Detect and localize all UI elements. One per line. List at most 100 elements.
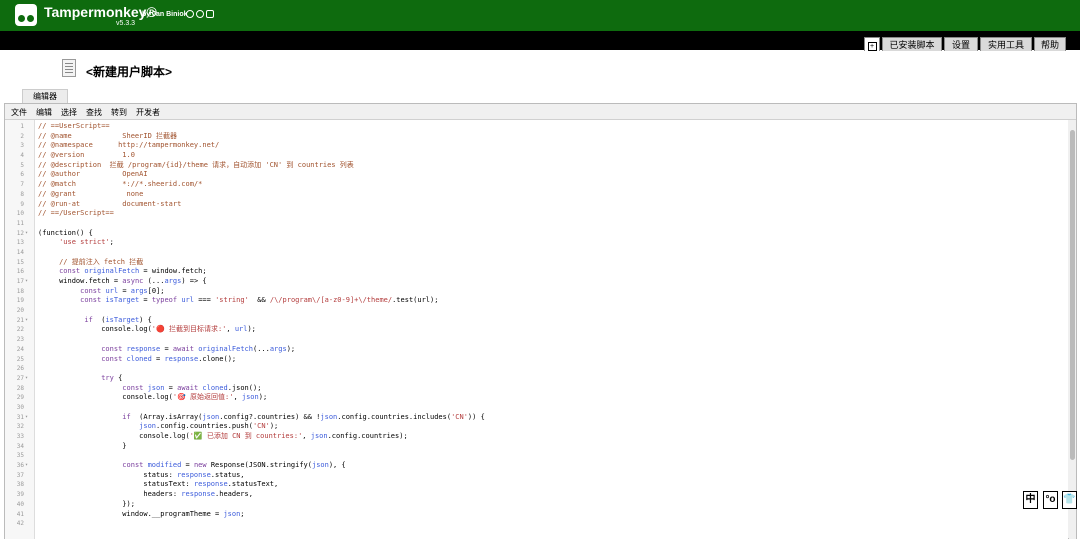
code-token: .config?.countries) && ! [219,412,321,421]
code-line: 21 ▾ if (isTarget) { [5,316,1068,326]
line-number: 2 [20,132,24,140]
code-token: args [269,344,287,353]
code-text: if (Array.isArray(json.config?.countries… [38,412,485,423]
line-number: 20 [16,307,24,315]
code-text: // ==UserScript== [38,122,110,132]
code-line: 36 ▾ const modified = new Response(JSON.s… [5,461,1068,471]
code-token: .test(url); [392,296,439,305]
chinese-input-button[interactable]: 中 [1023,491,1038,509]
code-line: 22 console.log('🔴 拦截到目标请求:', url); [5,325,1068,335]
fold-toggle-icon[interactable]: ▾ [25,461,28,471]
fold-toggle-icon[interactable]: ▾ [25,413,28,423]
line-number: 31 [16,413,24,421]
code-token: && [248,296,270,305]
code-text: window.fetch = async (...args) => { [38,277,207,287]
line-number: 28 [16,384,24,392]
fold-toggle-icon[interactable]: ▾ [25,374,28,384]
menu-find[interactable]: 查找 [86,107,102,118]
code-line: 30 [5,403,1068,413]
code-token: url [105,286,119,295]
tab-new-script[interactable]: + [864,37,880,51]
tab-help[interactable]: 帮助 [1034,37,1066,51]
code-line: 35 [5,451,1068,461]
code-line: 3 // @namespace http://tampermonkey.net/ [5,141,1068,151]
facebook-icon[interactable] [196,10,204,18]
code-token: // @match *://*.sheerid.com/* [38,180,203,189]
instagram-icon[interactable] [206,10,214,18]
code-token: cloned [126,354,152,363]
code-token: json [311,461,329,470]
code-token: args [164,277,182,285]
tampermonkey-logo-icon [15,4,37,26]
menu-file[interactable]: 文件 [11,107,27,118]
plus-square-icon: + [867,42,877,51]
line-number: 40 [16,500,24,508]
line-number: 8 [20,190,24,198]
code-token: ); [247,325,256,334]
line-number: 4 [20,152,24,160]
code-line: 8 // @grant none [5,190,1068,200]
code-text: // ==/UserScript== [38,209,114,219]
code-token: async [122,277,144,285]
menu-developer[interactable]: 开发者 [136,107,160,118]
line-number: 42 [16,520,24,528]
code-token: json [310,432,328,440]
code-token: // @version 1.0 [38,151,135,160]
code-line: 27 ▾ try { [5,374,1068,384]
editor-scrollbar[interactable] [1069,120,1076,539]
code-token: // @grant none [38,189,144,198]
code-line: 9 // @run-at document-start [5,200,1068,210]
github-icon[interactable] [186,10,194,18]
menu-select[interactable]: 选择 [61,107,77,118]
menu-edit[interactable]: 编辑 [36,107,52,118]
line-number: 6 [20,171,24,179]
code-text: statusText: response.statusText, [38,480,278,490]
code-token: .clone(); [198,354,237,363]
code-token: const [101,344,123,353]
code-token: await [172,344,194,353]
code-line: 40 }); [5,500,1068,510]
code-token: (... [252,344,270,353]
code-line: 16 const originalFetch = window.fetch; [5,267,1068,277]
tab-settings[interactable]: 设置 [944,37,978,51]
code-token: response [193,480,228,489]
code-token: = [118,286,131,295]
code-token: )) { [467,412,485,421]
code-text: // @author OpenAI [38,170,148,180]
code-token: (... [143,277,165,285]
code-token: statusText: [38,480,194,489]
code-token: .statusText, [227,480,279,489]
code-token: '🔴 拦截到目标请求:' [151,325,227,334]
code-token: '🎯 原始返回值:' [172,393,234,402]
code-token: json [147,383,165,392]
skin-button[interactable]: 👕 [1062,491,1077,509]
code-token: if [122,412,131,421]
line-number: 33 [16,433,24,440]
code-line: 7 // @match *://*.sheerid.com/* [5,180,1068,190]
code-token: }); [38,499,135,508]
fold-toggle-icon[interactable]: ▾ [25,229,28,239]
code-line: 1 // ==UserScript== [5,122,1068,132]
tab-editor[interactable]: 编辑器 [22,89,68,103]
line-number: 25 [16,355,24,363]
code-text: console.log('🎯 原始返回值:', json); [38,393,267,403]
fold-toggle-icon[interactable]: ▾ [25,316,28,326]
tab-installed-scripts[interactable]: 已安装脚本 [882,37,942,51]
fold-toggle-icon[interactable]: ▾ [25,277,28,287]
code-editor[interactable]: 1// ==UserScript== 2// @name SheerID 拦截器 3… [5,120,1068,539]
code-line: 41 window.__programTheme = json; [5,510,1068,520]
code-token: originalFetch [198,344,253,353]
menu-goto[interactable]: 转到 [111,107,127,118]
code-token: const [80,296,102,305]
tab-utilities[interactable]: 实用工具 [980,37,1032,51]
punctuation-button[interactable]: °o [1043,491,1058,509]
code-token: , [233,393,242,402]
code-token: .config.countries); [327,432,408,440]
code-line: 17 ▾ window.fetch = async (...args) => { [5,277,1068,287]
code-line: 29 console.log('🎯 原始返回值:', json); [5,393,1068,403]
code-token: const [59,267,81,276]
scrollbar-thumb[interactable] [1070,130,1075,460]
code-token: // 提前注入 fetch 拦截 [38,257,144,266]
code-line: 32 json.config.countries.push('CN'); [5,422,1068,432]
